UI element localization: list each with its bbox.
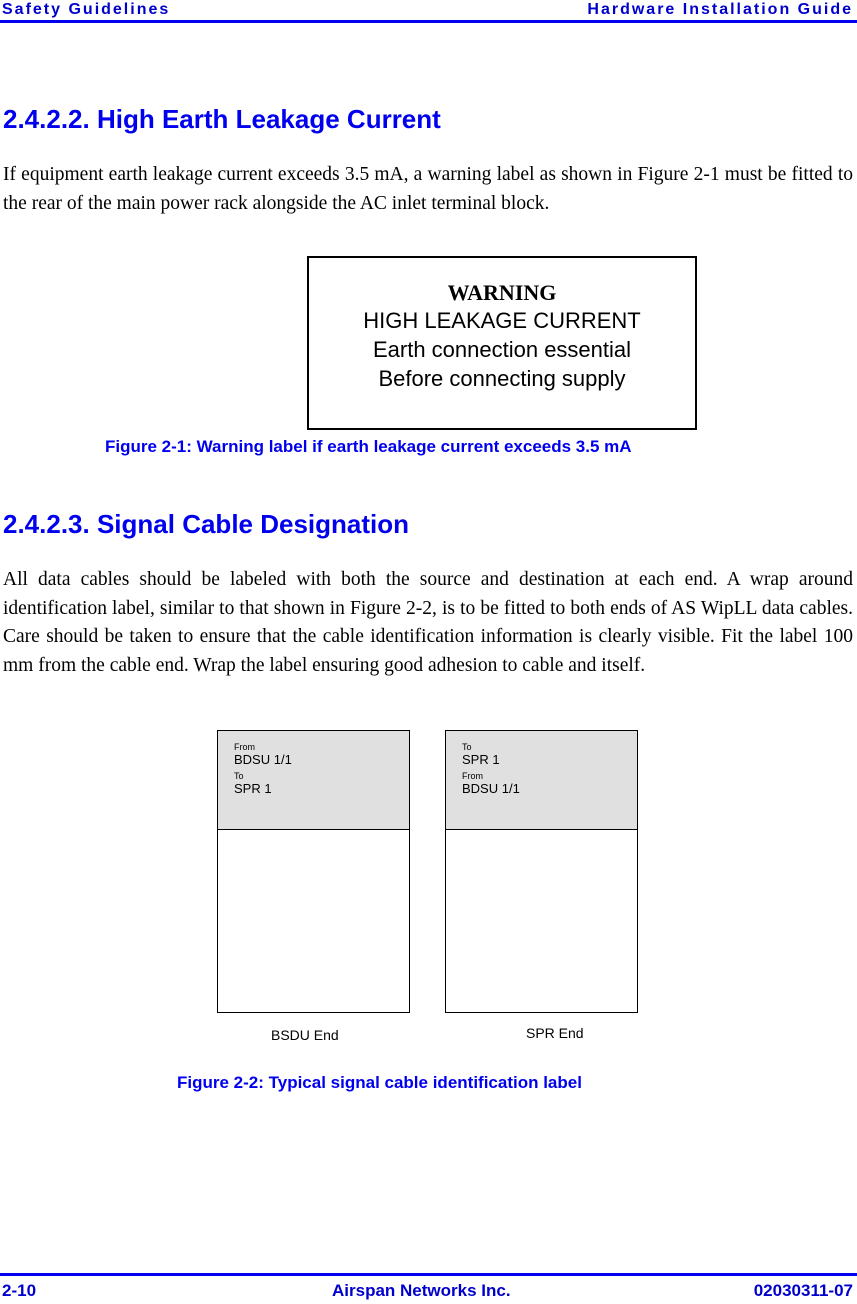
cable-label-info-area: From BDSU 1/1 To SPR 1 [218, 731, 409, 830]
label-value: SPR 1 [234, 781, 272, 796]
warning-line: HIGH LEAKAGE CURRENT [363, 308, 641, 333]
page-number: 2-10 [2, 1281, 37, 1300]
figure-caption-2: Figure 2-2: Typical signal cable identif… [177, 1073, 582, 1092]
figure-caption-1: Figure 2-1: Warning label if earth leaka… [105, 437, 632, 456]
end-label-bsdu: BSDU End [271, 1027, 339, 1043]
section-heading-signal-cable: 2.4.2.3. Signal Cable Designation [3, 509, 410, 539]
label-key: From [234, 742, 255, 752]
document-number: 02030311-07 [753, 1281, 853, 1300]
warning-title: WARNING [447, 280, 557, 305]
warning-line: Before connecting supply [378, 366, 626, 391]
warning-line: Earth connection essential [372, 337, 632, 362]
label-key: To [462, 742, 472, 752]
paragraph-leakage: If equipment earth leakage current excee… [3, 164, 853, 214]
footer-rule [0, 1273, 857, 1276]
section-heading-leakage: 2.4.2.2. High Earth Leakage Current [3, 104, 441, 134]
label-key: From [462, 771, 483, 781]
label-value: SPR 1 [462, 752, 500, 767]
label-key: To [234, 771, 244, 781]
label-value: BDSU 1/1 [234, 752, 292, 767]
label-value: BDSU 1/1 [462, 781, 520, 796]
header-document-title: Hardware Installation Guide [587, 1, 853, 18]
end-label-spr: SPR End [526, 1025, 584, 1041]
header-section-title: Safety Guidelines [2, 1, 171, 18]
paragraph-signal-cable: All data cables should be labeled with b… [3, 569, 853, 676]
cable-label-bsdu-end: From BDSU 1/1 To SPR 1 [217, 730, 410, 1013]
cable-label-info-area: To SPR 1 From BDSU 1/1 [446, 731, 637, 830]
warning-label-figure: WARNING HIGH LEAKAGE CURRENT Earth conne… [307, 256, 697, 430]
footer-company: Airspan Networks Inc. [332, 1281, 511, 1300]
header-rule [0, 20, 857, 23]
page-footer: 2-10 Airspan Networks Inc. 02030311-07 [0, 1280, 857, 1304]
cable-label-spr-end: To SPR 1 From BDSU 1/1 [445, 730, 638, 1013]
